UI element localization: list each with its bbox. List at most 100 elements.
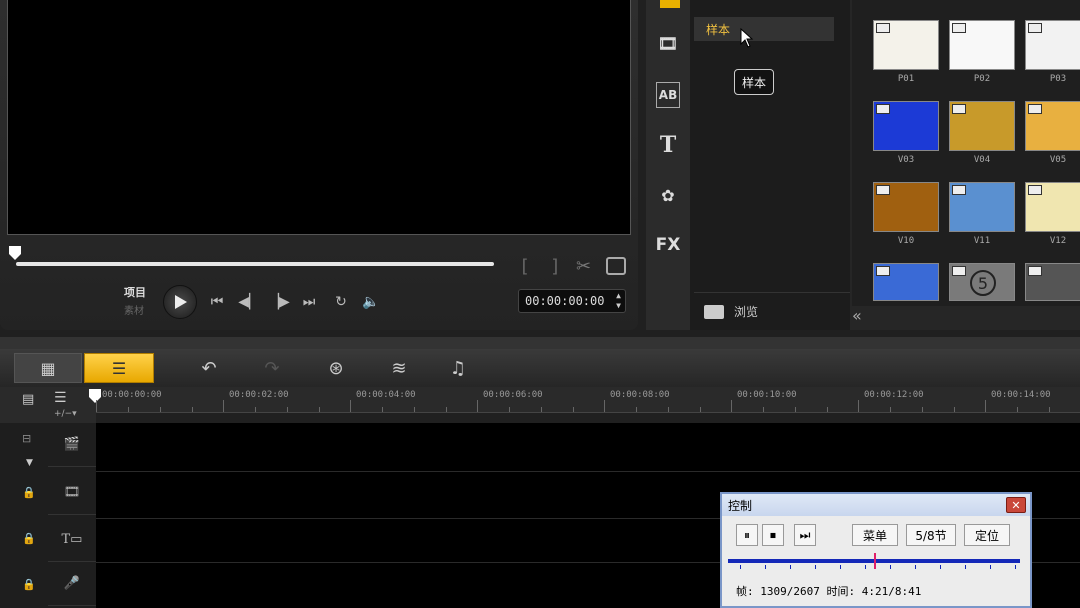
project-mode-label[interactable]: 项目 [124, 284, 146, 300]
ruler-tick [763, 407, 764, 412]
film-badge-icon [952, 185, 966, 195]
media-thumbnail[interactable] [873, 182, 939, 232]
ruler-tick [255, 407, 256, 412]
enlarge-preview-icon[interactable] [606, 257, 626, 275]
scrubber-track[interactable] [16, 262, 494, 266]
timecode-stepper-icon[interactable]: ▲ ▼ [616, 291, 621, 311]
play-button[interactable] [163, 285, 197, 319]
thumbnail-label: P01 [897, 74, 915, 84]
go-to-start-button[interactable]: ⏮ [206, 291, 228, 313]
ruler-tick [160, 407, 161, 412]
media-thumbnail[interactable] [949, 101, 1015, 151]
control-window-title[interactable]: 控制 [722, 494, 1030, 516]
zoom-icon[interactable]: +/−▾ [54, 409, 77, 419]
pause-button[interactable]: ⏸ [736, 524, 758, 546]
ruler-tick [1017, 407, 1018, 412]
ruler-tick [1049, 407, 1050, 412]
timeline-options-bar [0, 387, 96, 423]
tooltip: 样本 [734, 69, 774, 95]
close-button[interactable]: ✕ [1006, 497, 1026, 513]
track-manager-icon[interactable]: ☰ [54, 390, 67, 406]
folder-item-sample[interactable]: 样本 [694, 17, 834, 41]
clip-mode-label[interactable]: 素材 [124, 302, 144, 317]
lock-icon[interactable]: 🔒 [22, 486, 40, 504]
media-thumbnail[interactable] [1025, 263, 1080, 301]
mark-in-button[interactable]: [ [519, 256, 530, 277]
previous-frame-button[interactable]: ◀▏ [238, 291, 260, 313]
redo-button[interactable]: ↷ [258, 355, 286, 381]
film-badge-icon [1028, 266, 1042, 276]
lock-icon[interactable]: 🔒 [22, 578, 40, 596]
timeline-icon: ☰ [111, 358, 127, 378]
ripple-edit-icon[interactable]: ⊟ [22, 432, 40, 450]
show-all-tracks-icon[interactable]: ▤ [22, 392, 34, 407]
ruler-tick [509, 407, 510, 412]
sound-mixer-button[interactable]: ≋ [385, 355, 413, 381]
thumbnail-label: V10 [897, 236, 915, 246]
library-folder-list [690, 0, 850, 330]
media-thumbnail[interactable] [1025, 182, 1080, 232]
ruler-tick [96, 400, 97, 412]
media-thumbnail[interactable] [873, 101, 939, 151]
auto-music-button[interactable]: ♫ [444, 355, 472, 381]
media-thumbnail[interactable] [873, 20, 939, 70]
title-icon[interactable]: T [652, 132, 684, 158]
progress-tick [990, 565, 991, 569]
pause-icon: ⏸ [743, 527, 750, 542]
media-thumbnail[interactable] [873, 263, 939, 301]
mark-out-button[interactable]: ] [550, 256, 561, 277]
transition-icon[interactable]: AB [656, 82, 680, 108]
section-button[interactable]: 5/8节 [906, 524, 956, 546]
playhead[interactable] [89, 389, 101, 403]
undo-button[interactable]: ↶ [195, 355, 223, 381]
progress-tick [915, 565, 916, 569]
timeline-view-button[interactable]: ☰ [84, 353, 154, 383]
storyboard-view-button[interactable]: ▦ [14, 353, 82, 383]
collapse-library-button[interactable]: « [852, 306, 872, 330]
ruler-tick [573, 407, 574, 412]
stop-button[interactable]: ⏹ [762, 524, 784, 546]
record-capture-button[interactable]: ⊛ [322, 355, 350, 381]
repeat-button[interactable]: ↻ [330, 291, 352, 313]
video-editor: [ ] ✂ 项目 素材 ⏮ ◀▏ ▕▶ ⏭ ↻ 🔈 00:00:00:00 ▲ ▼… [0, 0, 1080, 608]
video-track-header[interactable]: 🎬 [48, 423, 96, 467]
media-thumbnail[interactable] [1025, 101, 1080, 151]
voice-track-header[interactable]: 🎤 [48, 562, 96, 606]
ruler-tick [414, 407, 415, 412]
progress-tick [740, 565, 741, 569]
lock-icon[interactable]: 🔒 [22, 532, 40, 550]
progress-tick [890, 565, 891, 569]
chevron-down-icon[interactable]: ▼ [26, 458, 33, 468]
media-icon[interactable]: 🎞 [652, 30, 684, 56]
preview-screen[interactable] [7, 0, 631, 235]
frame-time-status: 帧: 1309/2607 时间: 4:21/8:41 [736, 585, 922, 598]
mouse-cursor-icon [740, 28, 754, 48]
graphics-icon[interactable]: ✿ [652, 182, 684, 208]
timecode-field[interactable]: 00:00:00:00 ▲ ▼ [518, 289, 626, 313]
playback-position-marker[interactable] [874, 553, 876, 569]
ruler-tick [287, 407, 288, 412]
media-thumbnail[interactable]: 5 [949, 263, 1015, 301]
ruler-tick [446, 407, 447, 412]
go-to-end-button[interactable]: ⏭ [298, 291, 320, 313]
menu-button[interactable]: 菜单 [852, 524, 898, 546]
scrubber-handle[interactable] [9, 246, 21, 260]
film-badge-icon [876, 23, 890, 33]
media-thumbnail[interactable] [949, 182, 1015, 232]
browse-button[interactable]: 浏览 [694, 292, 850, 330]
next-button[interactable]: ⏭ [794, 524, 816, 546]
timeline-toolbar [0, 349, 1080, 387]
overlay-track-header[interactable]: 🎞 [48, 471, 96, 515]
skip-end-icon: ⏭ [302, 294, 316, 310]
filter-icon[interactable]: FX [652, 232, 684, 258]
title-track-header[interactable]: T▭ [48, 518, 96, 562]
locate-button[interactable]: 定位 [964, 524, 1010, 546]
scissors-icon[interactable]: ✂ [576, 256, 591, 277]
panel-divider[interactable] [0, 337, 1080, 349]
volume-button[interactable]: 🔈 [360, 291, 382, 313]
next-frame-button[interactable]: ▕▶ [268, 291, 290, 313]
media-thumbnail[interactable] [1025, 20, 1080, 70]
thumbnail-label: P02 [973, 74, 991, 84]
media-thumbnail[interactable] [949, 20, 1015, 70]
filmstrip-icon: ▦ [40, 358, 56, 378]
